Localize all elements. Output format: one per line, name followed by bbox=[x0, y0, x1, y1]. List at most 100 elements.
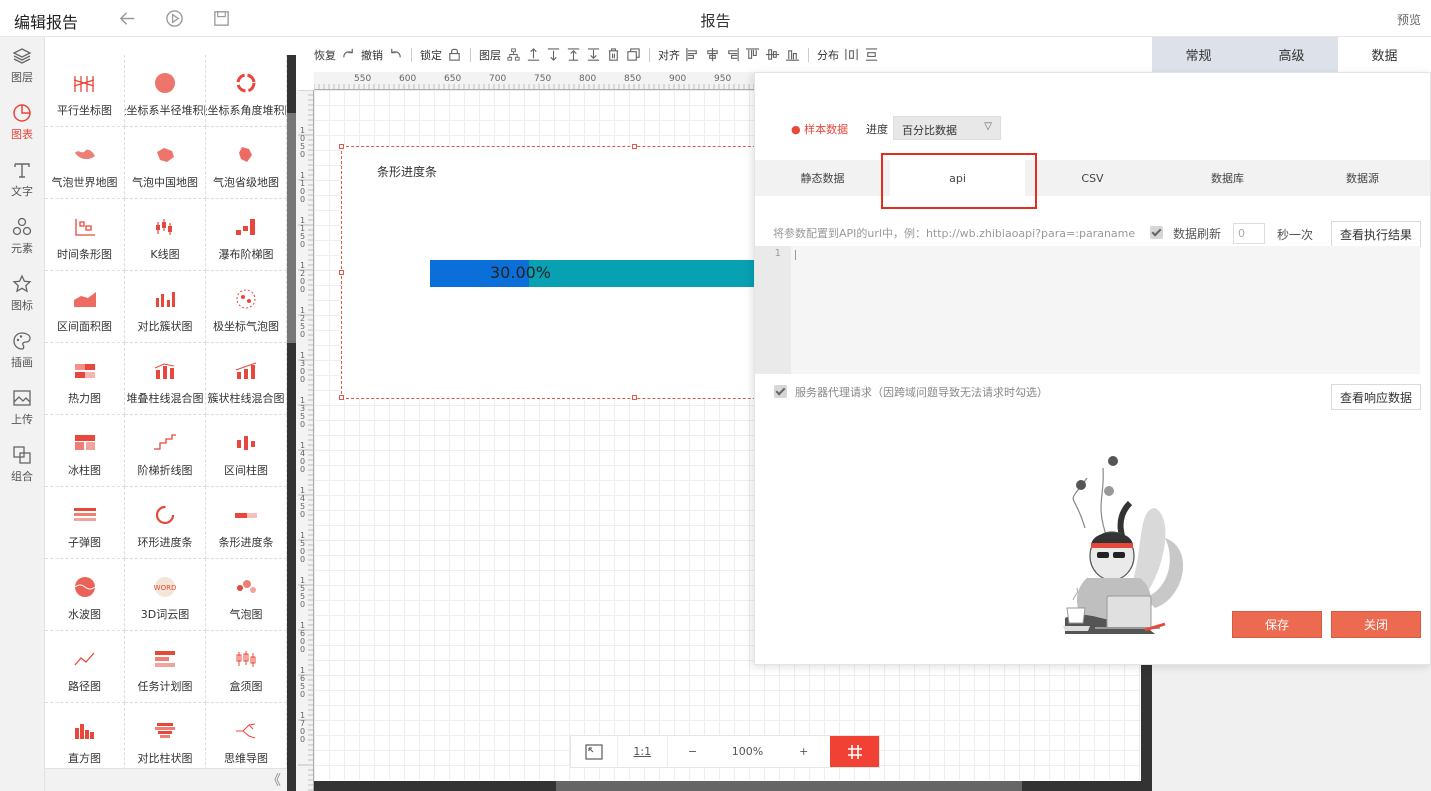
tab-advanced[interactable]: 高级 bbox=[1245, 37, 1338, 72]
nav-icons[interactable]: 图标 bbox=[0, 265, 44, 322]
align-top-icon[interactable] bbox=[745, 47, 760, 62]
progress-select[interactable]: 百分比数据 ▽ bbox=[893, 116, 1001, 140]
preview-button[interactable]: 预览 bbox=[1397, 11, 1421, 28]
align-right-icon[interactable] bbox=[725, 47, 740, 62]
redo-label[interactable]: 恢复 bbox=[314, 47, 336, 63]
save-button[interactable]: 保存 bbox=[1232, 611, 1322, 638]
bring-forward-icon[interactable] bbox=[526, 47, 541, 62]
palette-item[interactable]: 水波图 bbox=[45, 559, 125, 631]
tab-database[interactable]: 数据库 bbox=[1160, 160, 1295, 196]
tab-csv[interactable]: CSV bbox=[1025, 160, 1160, 196]
palette-item[interactable]: 条形进度条 bbox=[206, 487, 287, 559]
align-label[interactable]: 对齐 bbox=[658, 47, 680, 63]
distribute-label[interactable]: 分布 bbox=[817, 47, 839, 63]
nav-charts[interactable]: 图表 bbox=[0, 94, 44, 151]
palette-item[interactable]: 时间条形图 bbox=[45, 199, 125, 271]
nav-text[interactable]: 文字 bbox=[0, 151, 44, 208]
progress-bar-component[interactable]: 条形进度条 30.00% bbox=[339, 144, 781, 400]
layer-tree-icon[interactable] bbox=[506, 47, 521, 62]
play-icon[interactable] bbox=[165, 9, 184, 32]
canvas-right-edge bbox=[1141, 664, 1152, 791]
palette-item[interactable]: 气泡图 bbox=[206, 559, 287, 631]
grid-toggle-button[interactable] bbox=[830, 736, 879, 767]
align-middle-icon[interactable] bbox=[765, 47, 780, 62]
palette-item[interactable]: 盒须图 bbox=[206, 631, 287, 703]
palette-item[interactable]: 热力图 bbox=[45, 343, 125, 415]
align-bottom-icon[interactable] bbox=[785, 47, 800, 62]
undo-icon[interactable] bbox=[118, 9, 137, 32]
resize-handle[interactable] bbox=[632, 395, 637, 400]
distribute-horizontal-icon[interactable] bbox=[844, 47, 859, 62]
resize-handle[interactable] bbox=[632, 144, 637, 149]
palette-item[interactable]: 任务计划图 bbox=[125, 631, 206, 703]
nav-elements[interactable]: 元素 bbox=[0, 208, 44, 265]
palette-item[interactable]: WORD 3D词云图 bbox=[125, 559, 206, 631]
bring-front-icon[interactable] bbox=[566, 47, 581, 62]
nav-upload[interactable]: 上传 bbox=[0, 379, 44, 436]
tab-datasource[interactable]: 数据源 bbox=[1295, 160, 1430, 196]
palette-item[interactable]: 极坐标气泡图 bbox=[206, 271, 287, 343]
save-icon[interactable] bbox=[212, 9, 231, 32]
palette-scroll-thumb[interactable] bbox=[287, 113, 296, 343]
tab-static-data[interactable]: 静态数据 bbox=[755, 160, 890, 196]
refresh-checkbox[interactable] bbox=[1150, 226, 1163, 239]
api-code-editor[interactable]: 1 bbox=[755, 246, 1420, 374]
palette-item[interactable]: K线图 bbox=[125, 199, 206, 271]
palette-item[interactable]: 极坐标系角度堆积图 bbox=[206, 55, 287, 127]
palette-item[interactable]: 区间柱图 bbox=[206, 415, 287, 487]
palette-item[interactable]: 气泡省级地图 bbox=[206, 127, 287, 199]
palette-item[interactable]: 环形进度条 bbox=[125, 487, 206, 559]
canvas-scroll-thumb[interactable] bbox=[556, 781, 1022, 791]
align-left-icon[interactable] bbox=[685, 47, 700, 62]
palette-item[interactable]: 堆叠柱线混合图 bbox=[125, 343, 206, 415]
palette-item[interactable]: 气泡世界地图 bbox=[45, 127, 125, 199]
undo-label[interactable]: 撤销 bbox=[361, 47, 383, 63]
palette-item[interactable]: 对比柱状图 bbox=[125, 703, 206, 768]
resize-handle[interactable] bbox=[339, 144, 344, 149]
palette-item[interactable]: 子弹图 bbox=[45, 487, 125, 559]
refresh-interval-input[interactable]: 0 bbox=[1233, 223, 1265, 244]
palette-item[interactable]: 极坐标系半径堆积图 bbox=[125, 55, 206, 127]
view-response-button[interactable]: 查看响应数据 bbox=[1331, 384, 1421, 410]
palette-item[interactable]: 直方图 bbox=[45, 703, 125, 768]
collapse-icon[interactable]: 《 bbox=[267, 770, 281, 790]
edit-report-title: 编辑报告 bbox=[14, 13, 79, 32]
nav-group[interactable]: 组合 bbox=[0, 436, 44, 493]
layer-label[interactable]: 图层 bbox=[479, 47, 501, 63]
zoom-in-button[interactable]: + bbox=[777, 736, 830, 767]
align-center-h-icon[interactable] bbox=[705, 47, 720, 62]
fit-screen-button[interactable] bbox=[571, 736, 618, 767]
copy-icon[interactable] bbox=[626, 47, 641, 62]
palette-item[interactable]: 瀑布阶梯图 bbox=[206, 199, 287, 271]
actual-size-button[interactable]: 1:1 bbox=[618, 736, 668, 767]
send-back-icon[interactable] bbox=[586, 47, 601, 62]
palette-item[interactable]: 思维导图 bbox=[206, 703, 287, 768]
palette-item[interactable]: 平行坐标图 bbox=[45, 55, 125, 127]
palette-item[interactable]: 阶梯折线图 bbox=[125, 415, 206, 487]
zoom-out-button[interactable]: − bbox=[668, 736, 718, 767]
send-backward-icon[interactable] bbox=[546, 47, 561, 62]
resize-handle[interactable] bbox=[339, 395, 344, 400]
undo-arrow-icon[interactable] bbox=[388, 47, 403, 62]
redo-icon[interactable] bbox=[341, 47, 356, 62]
palette-item[interactable]: 对比簇状图 bbox=[125, 271, 206, 343]
palette-item[interactable]: 气泡中国地图 bbox=[125, 127, 206, 199]
sample-data-link[interactable]: ● 样本数据 bbox=[791, 121, 848, 137]
close-button[interactable]: 关闭 bbox=[1331, 611, 1421, 638]
nav-illustrations[interactable]: 插画 bbox=[0, 322, 44, 379]
distribute-vertical-icon[interactable] bbox=[864, 47, 879, 62]
progress-track: 30.00% bbox=[430, 260, 760, 287]
palette-item[interactable]: 区间面积图 bbox=[45, 271, 125, 343]
nav-layers[interactable]: 图层 bbox=[0, 37, 44, 94]
resize-handle[interactable] bbox=[339, 270, 344, 275]
lock-label[interactable]: 锁定 bbox=[420, 47, 442, 63]
tab-general[interactable]: 常规 bbox=[1152, 37, 1245, 72]
proxy-checkbox[interactable] bbox=[774, 385, 787, 398]
delete-icon[interactable] bbox=[606, 47, 621, 62]
view-exec-result-button[interactable]: 查看执行结果 bbox=[1331, 221, 1421, 247]
lock-icon[interactable] bbox=[447, 47, 462, 62]
palette-item[interactable]: 路径图 bbox=[45, 631, 125, 703]
palette-item[interactable]: 簇状柱线混合图 bbox=[206, 343, 287, 415]
tab-data[interactable]: 数据 bbox=[1338, 37, 1431, 72]
palette-item[interactable]: 冰柱图 bbox=[45, 415, 125, 487]
